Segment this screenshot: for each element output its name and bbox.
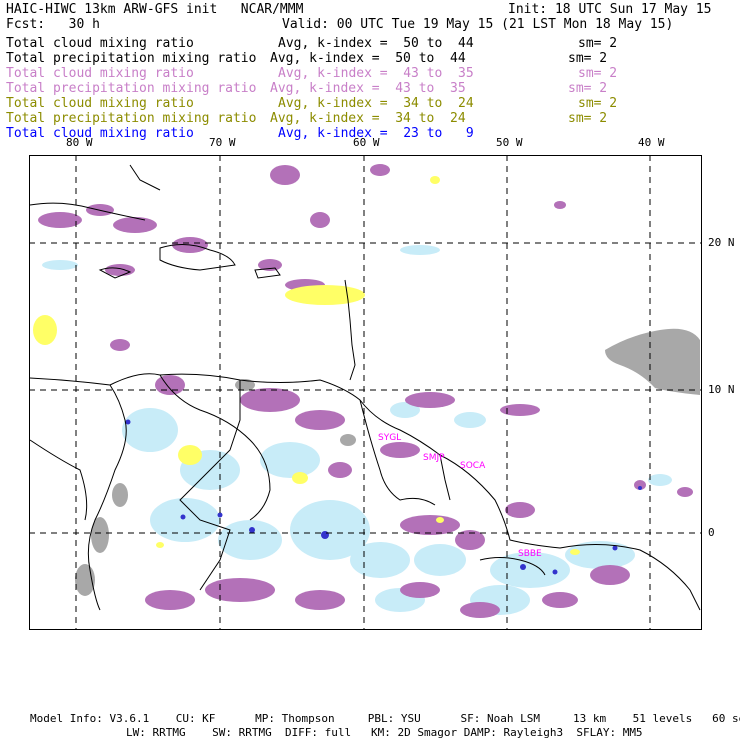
map-frame: [29, 155, 702, 630]
model-info-line-1: Model Info: V3.6.1 CU: KF MP: Thompson P…: [30, 712, 740, 725]
model-info-line-2: LW: RRTMG SW: RRTMG DIFF: full KM: 2D Sm…: [126, 726, 643, 739]
